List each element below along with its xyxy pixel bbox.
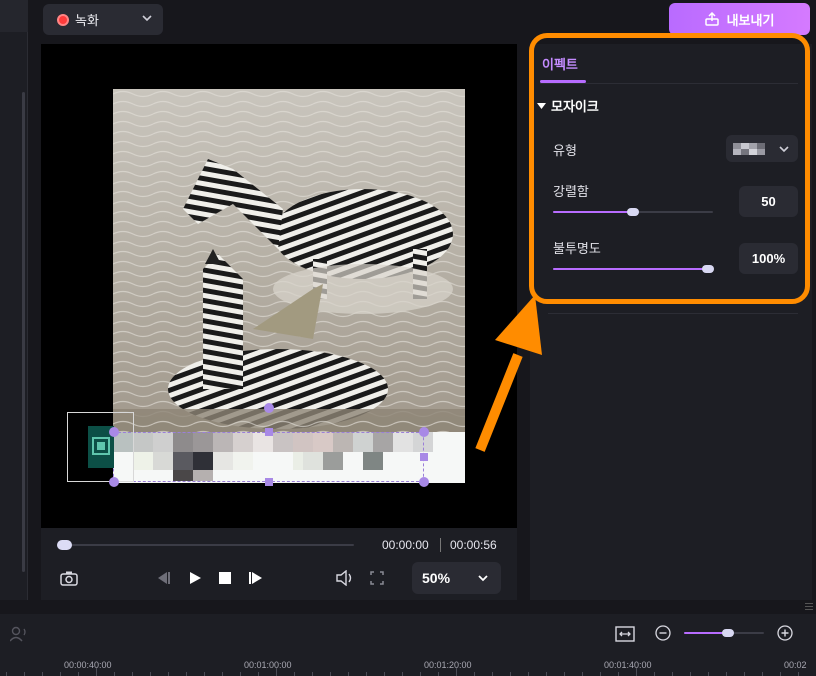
- snapshot-button[interactable]: [58, 568, 80, 588]
- ruler-tick: [762, 672, 763, 676]
- ruler-tick: [24, 672, 25, 676]
- camera-icon: [60, 571, 78, 586]
- ruler-tick: [330, 672, 331, 676]
- ruler-tick: [168, 672, 169, 676]
- ruler-tick: [312, 672, 313, 676]
- ruler-tick: [96, 668, 97, 676]
- progress-track[interactable]: [57, 544, 354, 546]
- ruler-tick: [366, 672, 367, 676]
- zoom-in-icon: [777, 625, 793, 641]
- ruler-tick: [42, 672, 43, 676]
- ruler-tick: [204, 672, 205, 676]
- ruler-tick: [222, 672, 223, 676]
- ruler-tick: [6, 672, 7, 676]
- ruler-tick-label: 00:02: [784, 660, 807, 670]
- ruler-tick: [582, 672, 583, 676]
- ruler-tick-label: 00:01:20:00: [424, 660, 472, 670]
- timeline-zoom-in-button[interactable]: [776, 624, 794, 642]
- ruler-tick: [384, 672, 385, 676]
- annotation-highlight-box: [529, 33, 810, 304]
- time-current: 00:00:00: [382, 538, 429, 552]
- play-button[interactable]: [186, 569, 204, 587]
- time-total: 00:00:56: [450, 538, 497, 552]
- ruler-tick: [798, 672, 799, 676]
- speaker-icon: [336, 570, 352, 586]
- export-label: 내보내기: [726, 12, 775, 28]
- timeline-ruler[interactable]: 00:00:40:00 00:01:00:00 00:01:20:00 00:0…: [0, 656, 816, 676]
- ruler-tick: [420, 672, 421, 676]
- ruler-tick: [726, 672, 727, 676]
- ruler-tick: [654, 672, 655, 676]
- ruler-tick: [672, 672, 673, 676]
- grip-icon: [805, 603, 813, 610]
- ruler-tick: [636, 668, 637, 676]
- time-separator: [440, 538, 441, 552]
- ruler-tick: [114, 672, 115, 676]
- selection-handles[interactable]: [105, 400, 435, 495]
- step-back-icon: [158, 572, 170, 584]
- ruler-tick: [528, 672, 529, 676]
- ruler-tick: [690, 672, 691, 676]
- next-frame-button[interactable]: [247, 569, 265, 587]
- timeline-divider[interactable]: [0, 600, 816, 614]
- export-button[interactable]: 내보내기: [669, 3, 810, 35]
- panel-divider: [548, 313, 798, 314]
- voice-icon: [10, 626, 26, 642]
- annotation-arrow-icon: [475, 295, 542, 452]
- stop-button[interactable]: [216, 569, 234, 587]
- ruler-tick-label: 00:01:00:00: [244, 660, 292, 670]
- record-dropdown[interactable]: 녹화: [43, 4, 163, 35]
- timeline-zoom-out-button[interactable]: [654, 624, 672, 642]
- previous-frame-button[interactable]: [154, 569, 172, 587]
- voice-button[interactable]: [10, 625, 28, 643]
- zoom-value: 50%: [422, 570, 451, 586]
- preview-zoom-select[interactable]: 50%: [412, 562, 501, 594]
- step-forward-icon: [249, 572, 262, 584]
- chevron-down-icon: [142, 15, 152, 22]
- ruler-tick: [78, 672, 79, 676]
- ruler-tick: [564, 672, 565, 676]
- ruler-tick: [402, 672, 403, 676]
- ruler-tick: [438, 672, 439, 676]
- ruler-tick: [294, 672, 295, 676]
- ruler-tick: [618, 672, 619, 676]
- upload-icon: [704, 12, 719, 26]
- ruler-tick: [546, 672, 547, 676]
- ruler-tick: [780, 672, 781, 676]
- left-panel-strip: [0, 0, 28, 600]
- ruler-tick: [258, 672, 259, 676]
- fit-width-icon: [615, 626, 635, 642]
- ruler-tick-label: 00:00:40:00: [64, 660, 112, 670]
- ruler-tick: [60, 672, 61, 676]
- ruler-tick: [708, 672, 709, 676]
- ruler-tick: [276, 668, 277, 676]
- fullscreen-button[interactable]: [368, 569, 386, 587]
- chevron-down-icon: [478, 575, 488, 582]
- record-label: 녹화: [75, 13, 99, 28]
- ruler-tick: [492, 672, 493, 676]
- record-icon: [57, 13, 69, 26]
- ruler-tick: [456, 668, 457, 676]
- progress-thumb[interactable]: [57, 540, 72, 550]
- play-icon: [190, 572, 201, 584]
- timeline-zoom-thumb[interactable]: [722, 629, 734, 637]
- ruler-tick-label: 00:01:40:00: [604, 660, 652, 670]
- ruler-tick: [240, 672, 241, 676]
- ruler-tick: [186, 672, 187, 676]
- left-scrollbar[interactable]: [22, 92, 25, 572]
- ruler-tick: [744, 672, 745, 676]
- ruler-tick: [474, 672, 475, 676]
- timeline-toolbar: [0, 614, 816, 656]
- ruler-tick: [348, 672, 349, 676]
- ruler-tick: [150, 672, 151, 676]
- ruler-tick: [600, 672, 601, 676]
- fullscreen-icon: [370, 571, 384, 585]
- zoom-out-icon: [655, 625, 671, 641]
- ruler-tick: [510, 672, 511, 676]
- stop-icon: [219, 572, 231, 584]
- fit-timeline-button[interactable]: [615, 625, 635, 643]
- ruler-tick: [132, 672, 133, 676]
- volume-button[interactable]: [335, 569, 355, 587]
